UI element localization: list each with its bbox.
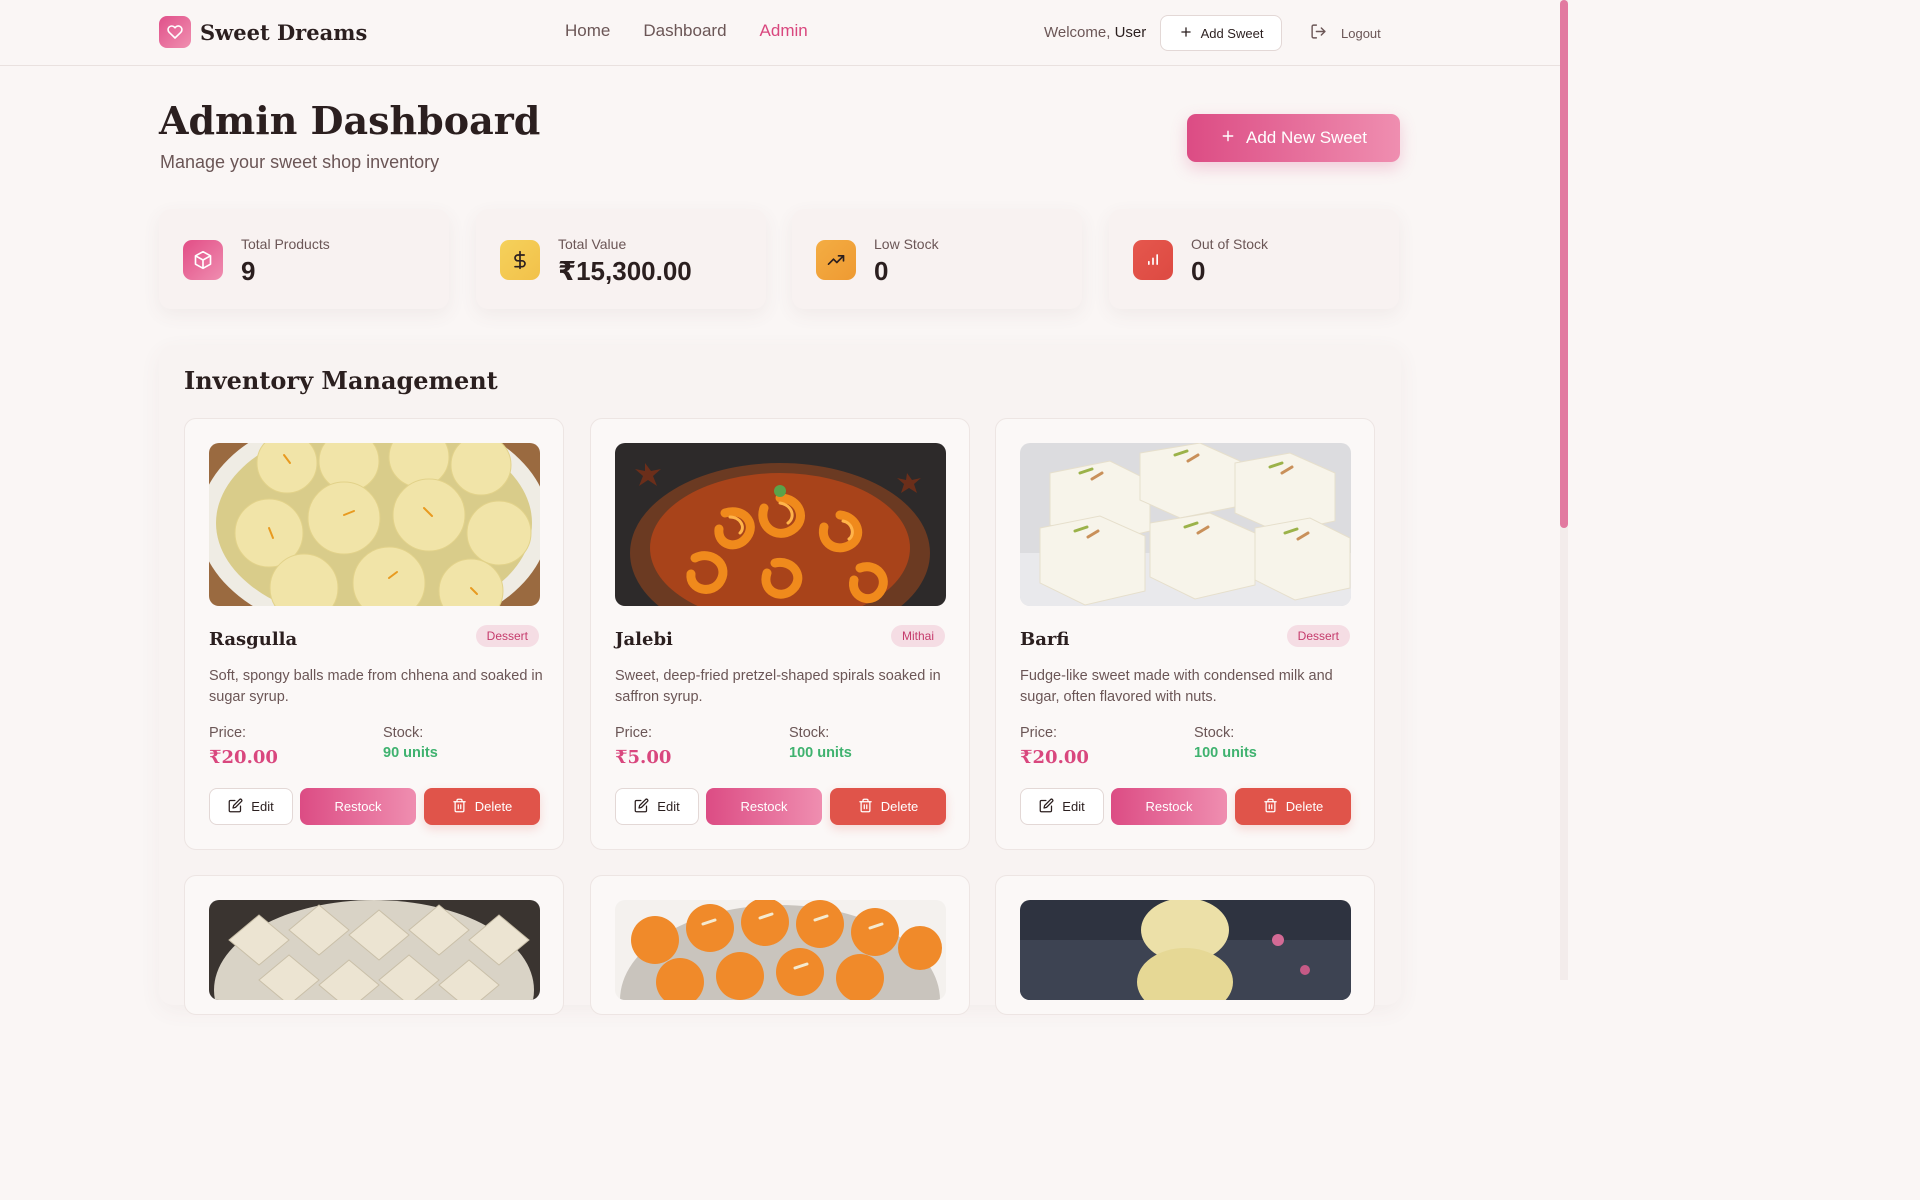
category-badge: Mithai [890, 625, 945, 647]
edit-icon [634, 798, 649, 816]
product-stock: 100 units [789, 745, 852, 761]
main-nav: Home Dashboard Admin [565, 21, 808, 41]
price-label: Price: [1020, 725, 1058, 741]
product-image-jalebi [615, 443, 946, 606]
edit-button[interactable]: Edit [615, 788, 699, 825]
product-card [590, 875, 970, 1015]
product-card: Rasgulla Dessert Soft, spongy balls made… [184, 418, 564, 850]
stat-value: 0 [1191, 256, 1206, 286]
delete-button[interactable]: Delete [424, 788, 540, 825]
product-description: Soft, spongy balls made from chhena and … [209, 668, 543, 705]
edit-label: Edit [251, 799, 274, 814]
product-price: ₹20.00 [1020, 747, 1089, 768]
category-badge: Dessert [1286, 625, 1350, 647]
product-stock: 90 units [383, 745, 438, 761]
product-name: Rasgulla [209, 629, 298, 650]
category-badge: Dessert [475, 625, 539, 647]
product-image [615, 900, 946, 1000]
welcome-text: Welcome, User [1044, 24, 1146, 41]
delete-button[interactable]: Delete [1235, 788, 1351, 825]
brand-name: Sweet Dreams [200, 19, 368, 45]
product-description: Fudge-like sweet made with condensed mil… [1020, 668, 1333, 705]
price-label: Price: [209, 725, 247, 741]
logout-icon [1310, 23, 1327, 43]
stat-label: Out of Stock [1191, 236, 1269, 252]
add-sweet-button[interactable]: Add Sweet [1160, 15, 1282, 51]
inventory-title: Inventory Management [184, 366, 498, 395]
trash-icon [1263, 798, 1278, 816]
welcome-user: User [1114, 24, 1147, 41]
stock-label: Stock: [1194, 725, 1235, 741]
stock-label: Stock: [383, 725, 424, 741]
product-image [209, 900, 540, 1000]
product-stock: 100 units [1194, 745, 1257, 761]
delete-label: Delete [880, 799, 919, 814]
product-description: Sweet, deep-fried pretzel-shaped spirals… [615, 668, 941, 705]
stat-card-total-products: Total Products 9 [159, 209, 449, 309]
add-new-sweet-label: Add New Sweet [1246, 128, 1367, 147]
dollar-icon [500, 240, 540, 280]
nav-dashboard[interactable]: Dashboard [643, 21, 726, 41]
stat-value: ₹15,300.00 [558, 256, 692, 286]
price-label: Price: [615, 725, 653, 741]
product-card: Jalebi Mithai Sweet, deep-fried pretzel-… [590, 418, 970, 850]
delete-button[interactable]: Delete [830, 788, 946, 825]
product-name: Jalebi [615, 629, 673, 650]
bar-chart-icon [1133, 240, 1173, 280]
edit-icon [1039, 798, 1054, 816]
edit-label: Edit [657, 799, 680, 814]
trending-up-icon [816, 240, 856, 280]
package-icon [183, 240, 223, 280]
edit-button[interactable]: Edit [209, 788, 293, 825]
page-title: Admin Dashboard [159, 98, 541, 143]
stat-label: Low Stock [874, 236, 939, 252]
product-image-rasgulla [209, 443, 540, 606]
stat-card-out-of-stock: Out of Stock 0 [1109, 209, 1399, 309]
add-sweet-label: Add Sweet [1200, 25, 1264, 41]
plus-icon [1220, 128, 1236, 149]
nav-home[interactable]: Home [565, 21, 610, 41]
stat-card-low-stock: Low Stock 0 [792, 209, 1082, 309]
logout-button[interactable]: Logout [1310, 23, 1381, 43]
edit-icon [228, 798, 243, 816]
product-price: ₹5.00 [615, 747, 672, 768]
product-image-barfi [1020, 443, 1351, 606]
product-name: Barfi [1020, 629, 1070, 650]
stock-label: Stock: [789, 725, 830, 741]
brand[interactable]: Sweet Dreams [159, 16, 367, 48]
nav-admin[interactable]: Admin [760, 21, 808, 41]
heart-icon [159, 16, 191, 48]
edit-button[interactable]: Edit [1020, 788, 1104, 825]
stat-card-total-value: Total Value ₹15,300.00 [476, 209, 766, 309]
trash-icon [858, 798, 873, 816]
product-price: ₹20.00 [209, 747, 278, 768]
edit-label: Edit [1062, 799, 1085, 814]
restock-button[interactable]: Restock [1111, 788, 1227, 825]
restock-button[interactable]: Restock [706, 788, 822, 825]
navbar: Sweet Dreams Home Dashboard Admin Welcom… [0, 0, 1560, 66]
logout-label: Logout [1341, 25, 1381, 41]
product-card [184, 875, 564, 1015]
product-image [1020, 900, 1351, 1000]
page-subtitle: Manage your sweet shop inventory [160, 152, 440, 172]
product-card: Barfi Dessert Fudge-like sweet made with… [995, 418, 1375, 850]
delete-label: Delete [1285, 799, 1324, 814]
delete-label: Delete [474, 799, 513, 814]
stat-label: Total Value [558, 236, 627, 252]
scrollbar-thumb[interactable] [1560, 0, 1568, 528]
stat-value: 9 [241, 256, 256, 286]
product-card [995, 875, 1375, 1015]
restock-button[interactable]: Restock [300, 788, 416, 825]
welcome-prefix: Welcome, [1044, 24, 1111, 41]
trash-icon [452, 798, 467, 816]
plus-icon [1179, 25, 1193, 42]
stat-value: 0 [874, 256, 889, 286]
stat-label: Total Products [241, 236, 330, 252]
add-new-sweet-button[interactable]: Add New Sweet [1187, 114, 1400, 162]
